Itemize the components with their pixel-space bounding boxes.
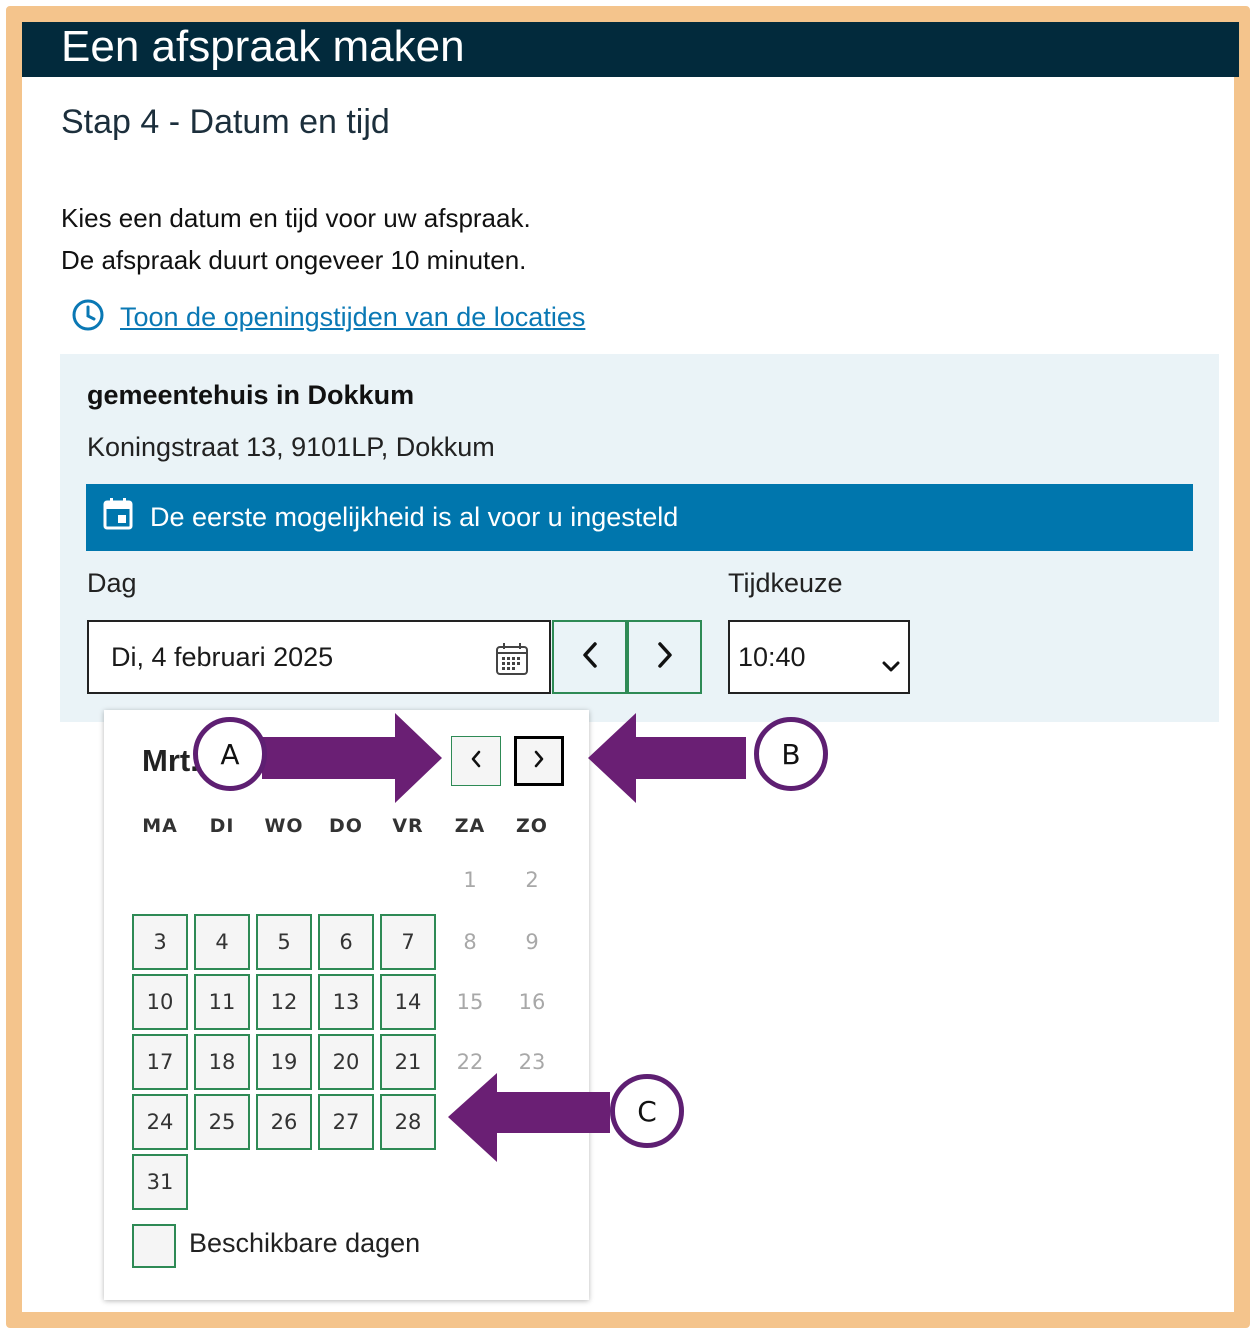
- annotation-marker-b: B: [754, 717, 828, 791]
- annotation-arrow-b: [588, 713, 746, 803]
- annotation-marker-a: A: [193, 717, 267, 791]
- annotation-arrow-c: [448, 1073, 610, 1162]
- annotation-arrow-a: [262, 713, 442, 803]
- annotation-marker-c: C: [610, 1074, 684, 1148]
